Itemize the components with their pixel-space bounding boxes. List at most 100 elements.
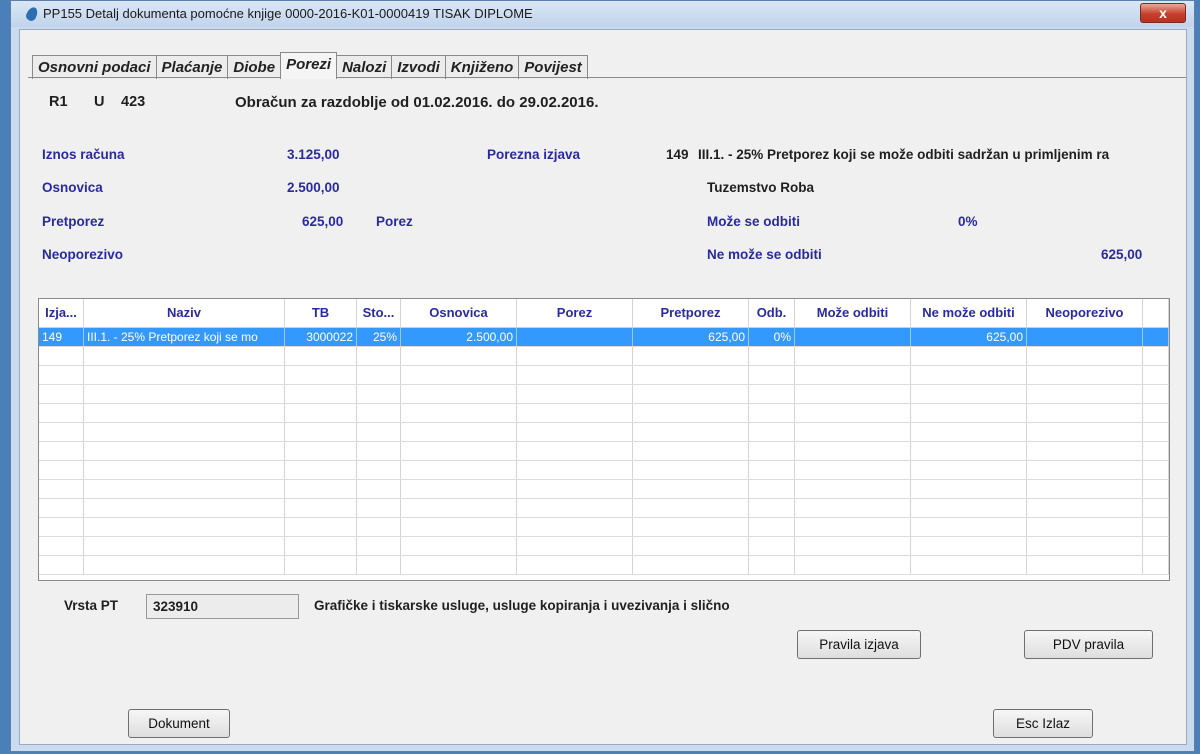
- tab-osnovni-podaci[interactable]: Osnovni podaci: [32, 55, 157, 79]
- col-header-filler: [1143, 299, 1169, 327]
- tab-placanje[interactable]: Plaćanje: [155, 55, 229, 79]
- col-header-porez[interactable]: Porez: [517, 299, 633, 327]
- col-header-naziv[interactable]: Naziv: [84, 299, 285, 327]
- empty-cell: [633, 537, 749, 555]
- cell-moze-odbiti[interactable]: [795, 328, 911, 346]
- cell-stopa[interactable]: 25%: [357, 328, 401, 346]
- grid-header: Izja... Naziv TB Sto... Osnovica Porez P…: [39, 299, 1169, 328]
- empty-cell: [749, 461, 795, 479]
- empty-cell: [84, 423, 285, 441]
- cell-ne-moze-odbiti[interactable]: 625,00: [911, 328, 1027, 346]
- empty-cell: [285, 347, 357, 365]
- empty-cell: [1143, 423, 1169, 441]
- empty-cell: [84, 366, 285, 384]
- col-header-odb[interactable]: Odb.: [749, 299, 795, 327]
- tax-grid[interactable]: Izja... Naziv TB Sto... Osnovica Porez P…: [38, 298, 1170, 581]
- col-header-tb[interactable]: TB: [285, 299, 357, 327]
- empty-cell: [749, 556, 795, 574]
- empty-cell: [401, 499, 517, 517]
- cell-izjava[interactable]: 149: [39, 328, 84, 346]
- neoporezivo-label: Neoporezivo: [42, 247, 124, 262]
- col-header-neoporezivo[interactable]: Neoporezivo: [1027, 299, 1143, 327]
- vrsta-pt-field[interactable]: 323910: [146, 594, 299, 619]
- empty-cell: [357, 537, 401, 555]
- pdv-pravila-button[interactable]: PDV pravila: [1024, 630, 1153, 659]
- col-header-osnovica[interactable]: Osnovica: [401, 299, 517, 327]
- empty-cell: [517, 537, 633, 555]
- cell-neoporezivo[interactable]: [1027, 328, 1143, 346]
- empty-cell: [39, 499, 84, 517]
- tab-povijest[interactable]: Povijest: [518, 55, 588, 79]
- col-header-moze-odbiti[interactable]: Može odbiti: [795, 299, 911, 327]
- empty-cell: [749, 442, 795, 460]
- empty-cell: [911, 404, 1027, 422]
- moze-se-odbiti-value: 0%: [958, 214, 978, 229]
- empty-cell: [84, 442, 285, 460]
- empty-cell: [357, 518, 401, 536]
- empty-cell: [401, 537, 517, 555]
- empty-cell: [39, 461, 84, 479]
- header-code-423: 423: [121, 94, 146, 110]
- empty-cell: [795, 461, 911, 479]
- close-button[interactable]: x: [1140, 3, 1186, 23]
- esc-izlaz-button[interactable]: Esc Izlaz: [993, 709, 1093, 738]
- empty-cell: [633, 404, 749, 422]
- tab-izvodi[interactable]: Izvodi: [391, 55, 446, 79]
- cell-odb[interactable]: 0%: [749, 328, 795, 346]
- empty-cell: [517, 480, 633, 498]
- empty-cell: [39, 404, 84, 422]
- table-row[interactable]: 149 III.1. - 25% Pretporez koji se mo 30…: [39, 328, 1169, 347]
- col-header-stopa[interactable]: Sto...: [357, 299, 401, 327]
- empty-cell: [795, 347, 911, 365]
- osnovica-value: 2.500,00: [287, 180, 340, 195]
- cell-pretporez[interactable]: 625,00: [633, 328, 749, 346]
- tab-diobe[interactable]: Diobe: [227, 55, 282, 79]
- pretporez-label: Pretporez: [42, 214, 105, 229]
- empty-cell: [749, 347, 795, 365]
- empty-cell: [633, 385, 749, 403]
- window-title: PP155 Detalj dokumenta pomoćne knjige 00…: [43, 6, 533, 21]
- empty-cell: [911, 480, 1027, 498]
- empty-cell: [633, 442, 749, 460]
- dokument-button[interactable]: Dokument: [128, 709, 230, 738]
- empty-cell: [285, 499, 357, 517]
- empty-cell: [357, 423, 401, 441]
- vrsta-pt-label: Vrsta PT: [64, 598, 119, 613]
- empty-cell: [357, 442, 401, 460]
- porezna-izjava-text: III.1. - 25% Pretporez koji se može odbi…: [698, 147, 1110, 162]
- title-bar[interactable]: PP155 Detalj dokumenta pomoćne knjige 00…: [11, 1, 1194, 27]
- col-header-izjava[interactable]: Izja...: [39, 299, 84, 327]
- empty-cell: [84, 499, 285, 517]
- tab-nalozi[interactable]: Nalozi: [336, 55, 393, 79]
- empty-cell: [401, 385, 517, 403]
- cell-osnovica[interactable]: 2.500,00: [401, 328, 517, 346]
- pravila-izjava-button[interactable]: Pravila izjava: [797, 630, 921, 659]
- empty-cell: [517, 461, 633, 479]
- empty-cell: [633, 461, 749, 479]
- empty-cell: [1027, 537, 1143, 555]
- cell-tb[interactable]: 3000022: [285, 328, 357, 346]
- tab-porezi[interactable]: Porezi: [280, 52, 338, 79]
- empty-cell: [1027, 518, 1143, 536]
- pdv-pravila-label: PDV pravila: [1052, 637, 1125, 652]
- empty-cell: [633, 347, 749, 365]
- empty-row: [39, 556, 1169, 575]
- empty-row: [39, 537, 1169, 556]
- empty-cell: [357, 461, 401, 479]
- empty-cell: [84, 556, 285, 574]
- vrsta-pt-description: Grafičke i tiskarske usluge, usluge kopi…: [314, 598, 730, 613]
- col-header-ne-moze-odbiti[interactable]: Ne može odbiti: [911, 299, 1027, 327]
- empty-row: [39, 461, 1169, 480]
- empty-cell: [1027, 347, 1143, 365]
- empty-cell: [911, 556, 1027, 574]
- empty-cell: [1027, 385, 1143, 403]
- empty-cell: [749, 480, 795, 498]
- cell-porez[interactable]: [517, 328, 633, 346]
- empty-cell: [285, 480, 357, 498]
- empty-cell: [517, 385, 633, 403]
- empty-cell: [633, 556, 749, 574]
- col-header-pretporez[interactable]: Pretporez: [633, 299, 749, 327]
- empty-row: [39, 347, 1169, 366]
- cell-naziv[interactable]: III.1. - 25% Pretporez koji se mo: [84, 328, 285, 346]
- tab-knjizeno[interactable]: Knjiženo: [444, 55, 520, 79]
